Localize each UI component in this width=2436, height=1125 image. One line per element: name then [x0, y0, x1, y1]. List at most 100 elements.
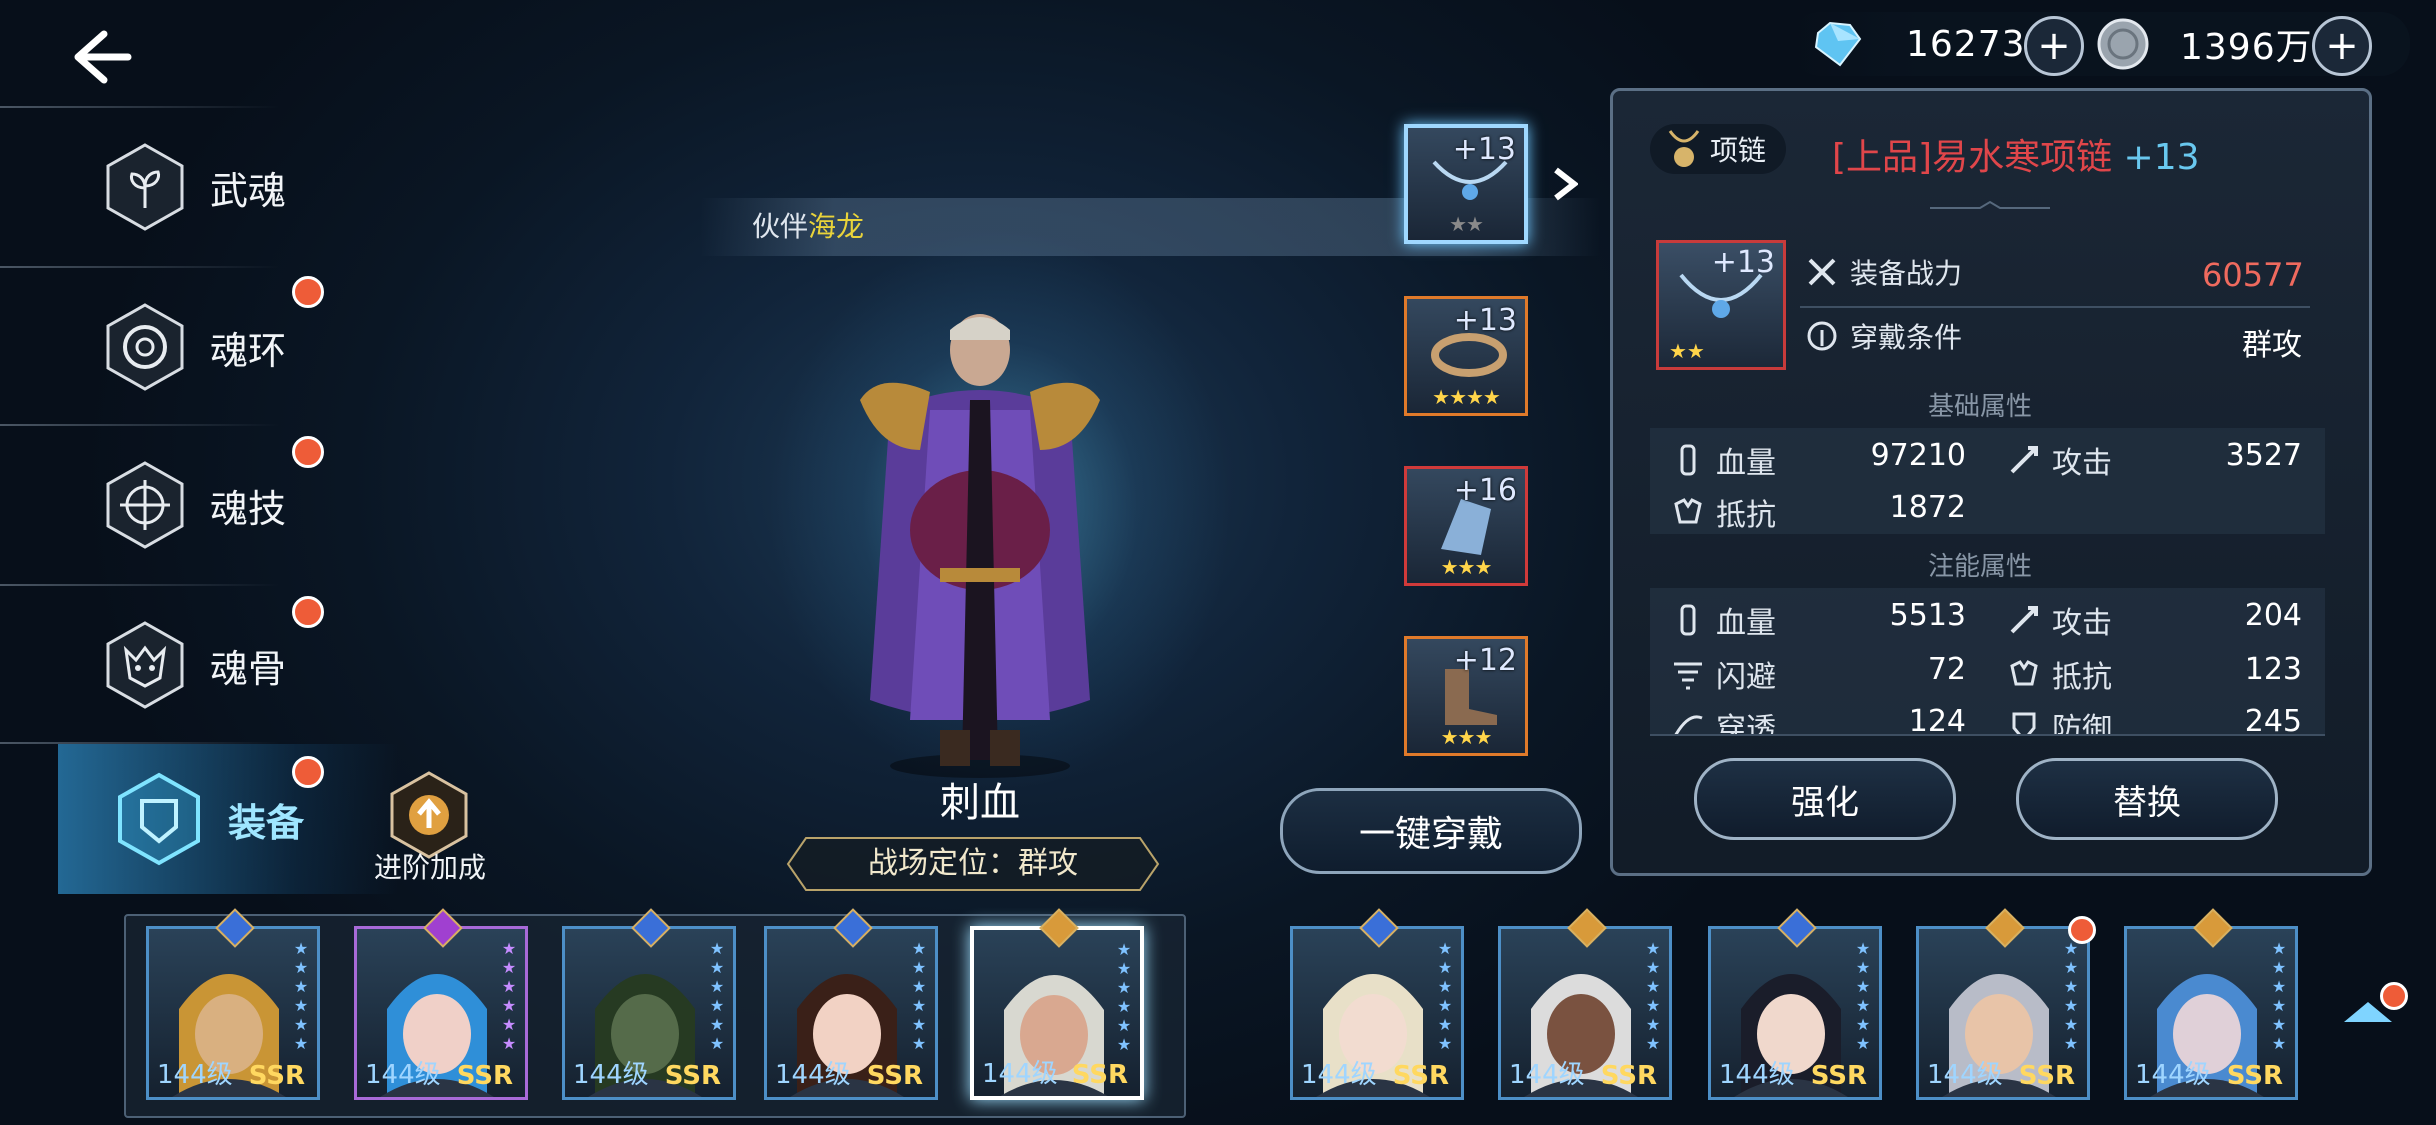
- star-icon: ★: [1437, 1034, 1453, 1053]
- ring-icon: [106, 303, 184, 391]
- star-column: ★ ★ ★ ★ ★ ★: [499, 939, 519, 1053]
- enh-attr-res: 抵抗: [2006, 652, 2112, 696]
- enh-attr-dodge: 闪避: [1670, 652, 1776, 696]
- compass-icon: [106, 461, 184, 549]
- add-coin-button[interactable]: +: [2312, 16, 2372, 76]
- hero-card[interactable]: ★ ★ ★ ★ ★ ★ 144级 SSR: [1916, 926, 2090, 1100]
- selected-item-icon: +13 ★★: [1656, 240, 1786, 370]
- advance-bonus-button[interactable]: 进阶加成: [370, 770, 490, 900]
- hero-model: [860, 314, 1100, 778]
- partner-name: 海龙: [808, 210, 865, 243]
- star-icon: ★: [709, 1015, 725, 1034]
- star-icon: ★: [1116, 959, 1132, 978]
- star-column: ★ ★ ★ ★ ★ ★: [2061, 939, 2081, 1053]
- hero-level: 144级: [573, 1060, 649, 1090]
- star-icon: ★: [911, 996, 927, 1015]
- hero-rank: SSR: [2226, 1061, 2283, 1091]
- star-icon: ★: [1645, 996, 1661, 1015]
- attr-name: 攻击: [2052, 606, 2112, 641]
- menu-item-hunhuan[interactable]: 魂环: [0, 268, 310, 426]
- title-ornament: [1930, 198, 2050, 218]
- diamond-icon: [1814, 21, 1862, 67]
- slot-stars: ★★★: [1440, 725, 1493, 749]
- equip-slot-boots[interactable]: +12 ★★★: [1404, 636, 1528, 756]
- sword-icon: [2010, 606, 2038, 634]
- attr-name: 血量: [1716, 606, 1776, 641]
- pierce-icon: [1674, 715, 1703, 734]
- slot-level: +12: [1453, 643, 1517, 678]
- base-attr-title: 基础属性: [1927, 392, 2032, 422]
- star-icon: ★: [1116, 1035, 1132, 1054]
- attr-name: 抵抗: [2052, 660, 2112, 695]
- menu-item-hunji[interactable]: 魂技: [0, 426, 310, 584]
- enhance-button[interactable]: 强化: [1694, 758, 1956, 840]
- star-icon: ★: [1855, 958, 1871, 977]
- hero-card[interactable]: ★ ★ ★ ★ ★ ★ 144级 SSR: [1290, 926, 1464, 1100]
- star-icon: ★: [1645, 1034, 1661, 1053]
- enh-attr-hp: 血量: [1670, 598, 1776, 642]
- back-arrow-icon[interactable]: [60, 22, 140, 92]
- condition-row: 穿戴条件: [1804, 316, 1962, 356]
- star-icon: ★: [2271, 958, 2287, 977]
- slot-stars: ★★★★: [1432, 385, 1501, 409]
- menu-label: 魂骨: [210, 646, 287, 691]
- advance-label: 进阶加成: [373, 851, 486, 884]
- hero-level: 144级: [365, 1060, 441, 1090]
- hero-card[interactable]: ★ ★ ★ ★ ★ ★ 144级 SSR: [970, 926, 1144, 1100]
- menu-item-hungu[interactable]: 魂骨: [0, 586, 310, 744]
- enh-attr-def: 防御: [2006, 704, 2112, 734]
- condition-value: 群攻: [2242, 328, 2302, 363]
- star-icon: ★: [1855, 1015, 1871, 1034]
- star-icon: ★: [2271, 1034, 2287, 1053]
- hero-card[interactable]: ★ ★ ★ ★ ★ ★ 144级 SSR: [764, 926, 938, 1100]
- star-icon: ★: [501, 996, 517, 1015]
- hero-card[interactable]: ★ ★ ★ ★ ★ ★ 144级 SSR: [1498, 926, 1672, 1100]
- attr-value: 1872: [1889, 490, 1966, 525]
- star-icon: ★: [1437, 1015, 1453, 1034]
- attr-value: 123: [2244, 652, 2302, 687]
- attr-name: 闪避: [1716, 660, 1776, 695]
- enh-attr-atk: 攻击: [2006, 598, 2112, 642]
- add-diamond-button[interactable]: +: [2024, 16, 2084, 76]
- necklace-tag-icon: [1668, 130, 1700, 167]
- star-icon: ★: [1437, 996, 1453, 1015]
- menu-item-zhuangbei[interactable]: 装备: [58, 744, 398, 894]
- info-icon: [1807, 321, 1837, 351]
- equip-slot-gauntlet[interactable]: +16 ★★★: [1404, 466, 1528, 586]
- armor-icon: [2010, 660, 2038, 686]
- hero-rank: SSR: [1071, 1060, 1128, 1090]
- notification-dot: [2380, 982, 2408, 1010]
- menu-item-wuhun[interactable]: 武魂: [0, 108, 310, 266]
- star-icon: ★: [2271, 996, 2287, 1015]
- hero-card[interactable]: ★ ★ ★ ★ ★ ★ 144级 SSR: [354, 926, 528, 1100]
- attr-value: 5513: [1889, 598, 1966, 633]
- star-icon: ★: [1645, 958, 1661, 977]
- attr-value: 3527: [2225, 438, 2302, 473]
- potion-icon: [1680, 444, 1696, 476]
- attr-value: 124: [1908, 704, 1966, 734]
- star-icon: ★: [709, 977, 725, 996]
- star-icon: ★: [1437, 958, 1453, 977]
- star-icon: ★: [2063, 977, 2079, 996]
- hero-card[interactable]: ★ ★ ★ ★ ★ ★ 144级 SSR: [562, 926, 736, 1100]
- hero-card[interactable]: ★ ★ ★ ★ ★ ★ 144级 SSR: [1708, 926, 1882, 1100]
- equip-slot-necklace[interactable]: +13 ★★: [1404, 124, 1528, 244]
- equip-slot-bracelet[interactable]: +13 ★★★★: [1404, 296, 1528, 416]
- notification-dot: [292, 756, 324, 788]
- hero-card[interactable]: ★ ★ ★ ★ ★ ★ 144级 SSR: [2124, 926, 2298, 1100]
- power-label: 装备战力: [1850, 257, 1963, 290]
- base-attr-res: 抵抗: [1670, 490, 1776, 534]
- star-column: ★ ★ ★ ★ ★ ★: [1114, 940, 1134, 1054]
- notification-dot: [292, 276, 324, 308]
- enh-attr-pierce: 穿透: [1670, 704, 1776, 734]
- star-icon: ★: [501, 939, 517, 958]
- wear-all-button[interactable]: 一键穿戴: [1280, 788, 1582, 874]
- star-column: ★ ★ ★ ★ ★ ★: [1853, 939, 1873, 1053]
- hero-card[interactable]: ★ ★ ★ ★ ★ ★ 144级 SSR: [146, 926, 320, 1100]
- replace-button[interactable]: 替换: [2016, 758, 2278, 840]
- attr-value: 97210: [1870, 438, 1966, 473]
- sprout-icon: [106, 143, 184, 231]
- hero-rank: SSR: [866, 1061, 923, 1091]
- skull-icon: [106, 621, 184, 709]
- hero-level: 144级: [1509, 1060, 1585, 1090]
